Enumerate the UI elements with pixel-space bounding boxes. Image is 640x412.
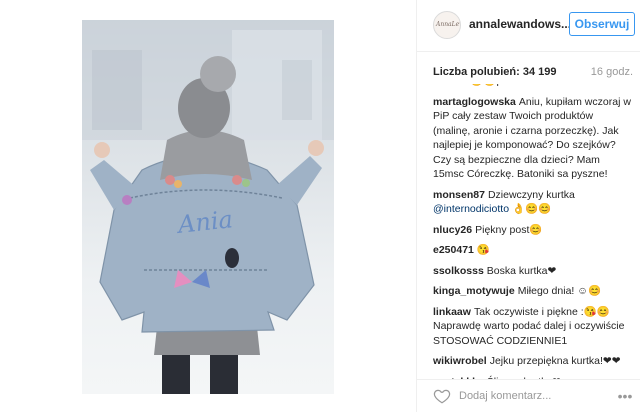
comment-text: kurtka? 😊😊pozdrawiam! (433, 84, 556, 87)
comment-item: kinga_motywuje Miłego dnia! ☺😊 (433, 284, 633, 299)
comment-username[interactable]: linkaaw (433, 306, 471, 318)
comment-mention[interactable]: @internodiciotto (433, 203, 509, 215)
comment-item: linkaaw Tak oczywiste i piękne :😘😊 Napraw… (433, 305, 633, 349)
comment-username[interactable]: kinga_motywuje (433, 285, 515, 297)
comment-input[interactable] (459, 388, 599, 404)
post-time[interactable]: 16 godz. (591, 66, 633, 78)
heart-icon[interactable] (433, 387, 451, 405)
comment-username[interactable]: e250471 (433, 244, 474, 256)
comment-text: Dziewczyny kurtka (487, 188, 575, 201)
comment-username[interactable]: monsen87 (433, 189, 485, 201)
comments-scroll: kurtka? 😊😊pozdrawiam! martaglogowskaAniu,… (433, 84, 633, 379)
comment-item: nlucy26 Piękny post😊 (433, 223, 633, 238)
add-comment-row: ••• (417, 380, 640, 412)
post-header: AnnaLew annalewandows... Obserwuj (417, 0, 640, 52)
comment-emoji: 👌😊😊 (509, 203, 552, 215)
follow-button[interactable]: Obserwuj (569, 12, 635, 36)
comment-item: ssolkosss Boska kurtka❤ (433, 264, 633, 279)
jacket-embroidered-text: Ania (176, 205, 235, 239)
comment-text: Boska kurtka❤ (486, 264, 557, 277)
avatar-logo: AnnaLew (436, 21, 460, 28)
comment-item: kurtka? 😊😊pozdrawiam! (433, 84, 633, 89)
comment-username[interactable]: ssolkosss (433, 265, 484, 277)
avatar[interactable]: AnnaLew (433, 11, 461, 39)
comment-text: Piękny post😊 (475, 223, 543, 236)
comment-username[interactable]: martaglogowska (433, 96, 516, 108)
comment-item: martaglogowska Aniu, kupiłam wczoraj w Pi… (433, 95, 633, 182)
more-options-icon[interactable]: ••• (617, 388, 633, 404)
comment-username[interactable]: wikiwrobel (433, 355, 487, 367)
comment-item: e250471 😘 (433, 243, 633, 258)
likes-count[interactable]: Liczba polubień: 34 199 (433, 66, 556, 78)
username-link[interactable]: annalewandows... (469, 17, 571, 31)
comment-text: Aniu, kupiłam wczoraj w PiP cały zestaw … (433, 95, 631, 181)
comment-text: Miłego dnia! ☺😊 (517, 285, 602, 297)
post-media-panel: Ania (0, 0, 416, 412)
comment-text: Jejku przepiękna kurtka!❤❤ (489, 355, 621, 367)
likes-row: Liczba polubień: 34 199 16 godz. (433, 66, 633, 78)
post-sidebar: AnnaLew annalewandows... Obserwuj Liczba… (416, 0, 640, 412)
post-photo[interactable]: Ania (82, 20, 334, 394)
comment-item: wikiwrobel Jejku przepiękna kurtka!❤❤ (433, 354, 633, 369)
comments-list[interactable]: kurtka? 😊😊pozdrawiam! martaglogowskaAniu,… (417, 84, 640, 380)
comment-username[interactable]: nlucy26 (433, 224, 472, 236)
comment-item: monsen87 Dziewczyny kurtka @internodiciott… (433, 188, 633, 217)
comment-text: 😘 (476, 244, 490, 256)
